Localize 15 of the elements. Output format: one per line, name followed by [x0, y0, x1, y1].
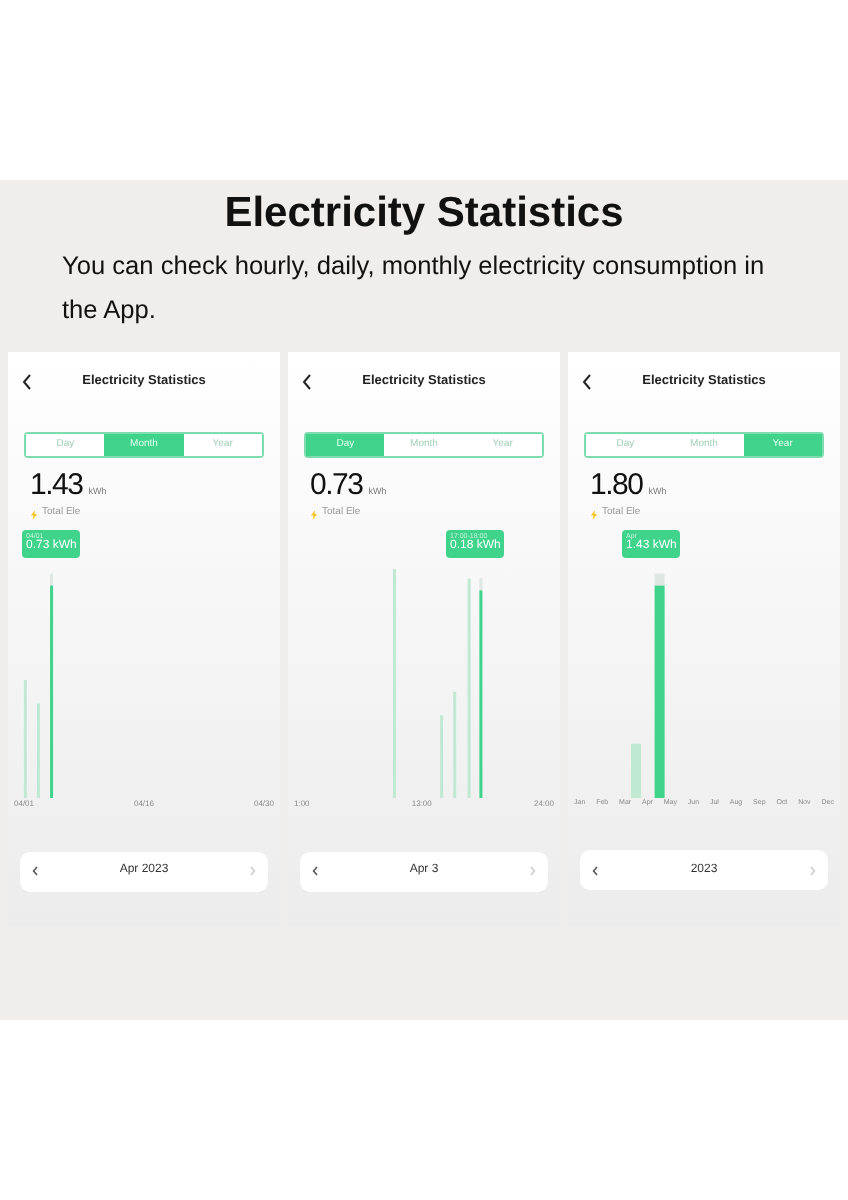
lightning-icon [310, 509, 318, 519]
previous-icon[interactable] [312, 866, 318, 877]
previous-icon[interactable] [592, 865, 598, 876]
description: You can check hourly, daily, monthly electricity consumption in the App. [62, 248, 767, 329]
heading: Electricity Statistics [222, 188, 626, 240]
back-icon[interactable] [22, 374, 32, 391]
back-icon[interactable] [302, 374, 312, 391]
lightning-icon [590, 509, 598, 519]
previous-icon[interactable] [32, 866, 38, 877]
lightning-icon [30, 509, 38, 519]
total-value: 0.73 [310, 470, 363, 501]
total-value: 1.43 [30, 470, 83, 501]
total-value: 1.80 [590, 470, 643, 501]
chart-bar [631, 743, 641, 798]
back-icon[interactable] [582, 374, 592, 391]
